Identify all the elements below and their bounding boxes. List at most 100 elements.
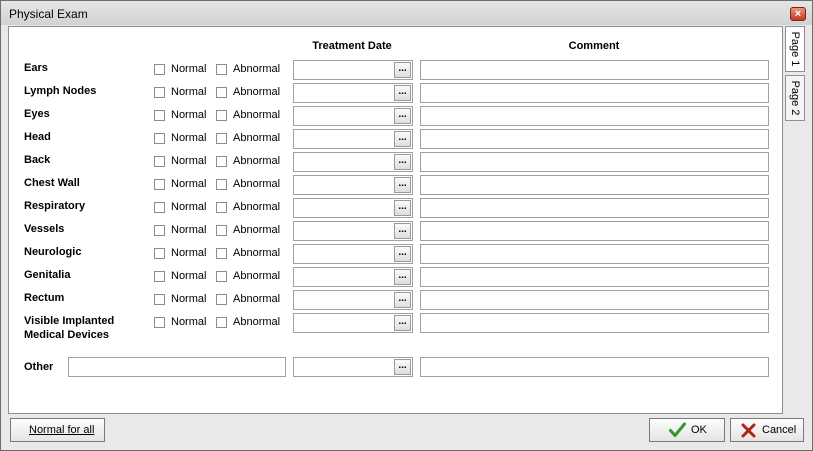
comment-header: Comment <box>568 40 620 52</box>
check-icon <box>669 422 686 437</box>
normal-checkbox[interactable] <box>154 271 165 282</box>
comment-input[interactable] <box>420 129 769 149</box>
normal-checkbox[interactable] <box>154 317 165 328</box>
abnormal-label: Abnormal <box>233 224 281 236</box>
row-label: Visible Implanted Medical Devices <box>24 314 114 342</box>
row-label-text: Neurologic <box>24 246 82 258</box>
abnormal-checkbox[interactable] <box>216 87 227 98</box>
normal-checkbox[interactable] <box>154 225 165 236</box>
abnormal-checkbox[interactable] <box>216 248 227 259</box>
row-label: Genitalia <box>24 268 70 282</box>
comment-input[interactable] <box>420 152 769 172</box>
treatment-date-field[interactable]: ... <box>293 175 413 195</box>
abnormal-label: Abnormal <box>233 247 281 259</box>
abnormal-checkbox[interactable] <box>216 225 227 236</box>
dialog-footer: Normal for all OK Cancel <box>8 414 804 448</box>
exam-panel: Treatment Date Comment Ears Normal Abnorma… <box>8 26 783 414</box>
date-picker-button[interactable]: ... <box>394 292 411 308</box>
treatment-date-field[interactable]: ... <box>293 267 413 287</box>
normal-for-all-label: Normal for all <box>29 424 95 436</box>
tab-page-1-label: Page 1 <box>789 31 801 67</box>
date-picker-button[interactable]: ... <box>394 200 411 216</box>
comment-input[interactable] <box>420 60 769 80</box>
comment-input[interactable] <box>420 106 769 126</box>
other-input[interactable] <box>68 357 286 377</box>
other-treatment-date-field[interactable]: ... <box>293 357 413 377</box>
row-label-text: Back <box>24 154 51 166</box>
ok-label: OK <box>691 424 707 436</box>
treatment-date-field[interactable]: ... <box>293 313 413 333</box>
abnormal-label: Abnormal <box>233 132 281 144</box>
comment-input[interactable] <box>420 244 769 264</box>
date-picker-button[interactable]: ... <box>394 246 411 262</box>
date-picker-button[interactable]: ... <box>394 85 411 101</box>
abnormal-checkbox[interactable] <box>216 133 227 144</box>
treatment-date-field[interactable]: ... <box>293 83 413 103</box>
ok-button[interactable]: OK <box>649 418 725 442</box>
abnormal-checkbox[interactable] <box>216 156 227 167</box>
row-label-text: Eyes <box>24 108 50 120</box>
normal-for-all-button[interactable]: Normal for all <box>10 418 105 442</box>
abnormal-label: Abnormal <box>233 293 281 305</box>
row-label: Rectum <box>24 291 64 305</box>
comment-input[interactable] <box>420 290 769 310</box>
normal-checkbox[interactable] <box>154 156 165 167</box>
date-picker-button[interactable]: ... <box>394 154 411 170</box>
row-label: Head <box>24 130 51 144</box>
date-picker-button[interactable]: ... <box>394 315 411 331</box>
comment-input[interactable] <box>420 313 769 333</box>
comment-input[interactable] <box>420 175 769 195</box>
tab-page-2-label: Page 2 <box>789 80 801 116</box>
row-label-text: Vessels <box>24 223 65 235</box>
date-picker-button[interactable]: ... <box>394 269 411 285</box>
date-picker-button[interactable]: ... <box>394 359 411 375</box>
treatment-date-field[interactable]: ... <box>293 221 413 241</box>
normal-label: Normal <box>171 247 207 259</box>
comment-input[interactable] <box>420 83 769 103</box>
normal-checkbox[interactable] <box>154 179 165 190</box>
date-picker-button[interactable]: ... <box>394 177 411 193</box>
tab-page-1[interactable]: Page 1 <box>785 26 805 72</box>
date-picker-button[interactable]: ... <box>394 62 411 78</box>
treatment-date-field[interactable]: ... <box>293 106 413 126</box>
date-picker-button[interactable]: ... <box>394 108 411 124</box>
normal-checkbox[interactable] <box>154 87 165 98</box>
comment-input[interactable] <box>420 267 769 287</box>
normal-checkbox[interactable] <box>154 294 165 305</box>
other-label: Other <box>24 361 54 373</box>
normal-checkbox[interactable] <box>154 202 165 213</box>
abnormal-checkbox[interactable] <box>216 317 227 328</box>
treatment-date-field[interactable]: ... <box>293 60 413 80</box>
normal-label: Normal <box>171 270 207 282</box>
normal-checkbox[interactable] <box>154 64 165 75</box>
comment-input[interactable] <box>420 198 769 218</box>
tab-page-2[interactable]: Page 2 <box>785 75 805 121</box>
treatment-date-field[interactable]: ... <box>293 198 413 218</box>
normal-label: Normal <box>171 293 207 305</box>
row-label-text: Chest Wall <box>24 177 80 189</box>
abnormal-label: Abnormal <box>233 178 281 190</box>
normal-checkbox[interactable] <box>154 133 165 144</box>
other-comment-input[interactable] <box>420 357 769 377</box>
normal-checkbox[interactable] <box>154 110 165 121</box>
abnormal-label: Abnormal <box>233 270 281 282</box>
comment-input[interactable] <box>420 221 769 241</box>
normal-checkbox[interactable] <box>154 248 165 259</box>
abnormal-checkbox[interactable] <box>216 64 227 75</box>
normal-label: Normal <box>171 178 207 190</box>
date-picker-button[interactable]: ... <box>394 131 411 147</box>
abnormal-checkbox[interactable] <box>216 179 227 190</box>
row-label-text: Respiratory <box>24 200 86 212</box>
treatment-date-field[interactable]: ... <box>293 290 413 310</box>
treatment-date-field[interactable]: ... <box>293 244 413 264</box>
treatment-date-field[interactable]: ... <box>293 152 413 172</box>
abnormal-checkbox[interactable] <box>216 110 227 121</box>
treatment-date-field[interactable]: ... <box>293 129 413 149</box>
cancel-button[interactable]: Cancel <box>730 418 804 442</box>
abnormal-checkbox[interactable] <box>216 271 227 282</box>
abnormal-checkbox[interactable] <box>216 202 227 213</box>
abnormal-checkbox[interactable] <box>216 294 227 305</box>
date-picker-button[interactable]: ... <box>394 223 411 239</box>
close-button[interactable]: × <box>790 7 806 21</box>
abnormal-label: Abnormal <box>233 155 281 167</box>
